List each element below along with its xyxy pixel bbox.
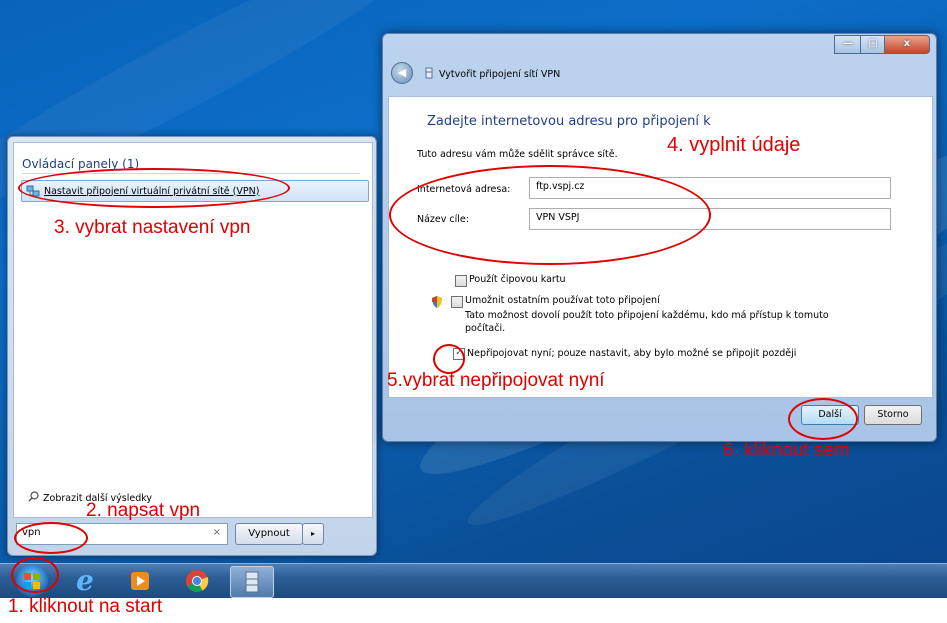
annotation-step3: 3. vybrat nastavení vpn <box>54 217 251 238</box>
annotation-ellipse-fields <box>389 165 711 265</box>
maximize-button[interactable]: □ <box>860 35 886 54</box>
taskbar: e <box>0 563 947 598</box>
cancel-button[interactable]: Storno <box>864 405 922 425</box>
annotation-step5: 5.vybrat nepřipojovat nyní <box>387 370 605 391</box>
back-arrow-icon[interactable]: ◀ <box>391 62 413 84</box>
shutdown-button[interactable]: Vypnout <box>235 523 303 545</box>
clear-search-icon[interactable]: × <box>213 527 221 538</box>
search-icon <box>28 491 39 505</box>
annotation-step4: 4. vyplnit údaje <box>667 134 801 156</box>
wizard-heading: Zadejte internetovou adresu pro připojen… <box>427 114 711 129</box>
smartcard-label: Použít čipovou kartu <box>469 274 566 285</box>
media-player-icon[interactable] <box>125 566 155 596</box>
uac-shield-icon <box>431 294 443 313</box>
allow-others-description: Tato možnost dovolí použít toto připojen… <box>465 310 829 334</box>
annotation-ellipse-next <box>788 398 858 440</box>
minimize-button[interactable]: — <box>834 35 862 54</box>
annotation-step2: 2. napsat vpn <box>86 500 201 521</box>
close-button[interactable]: x <box>884 35 930 54</box>
smartcard-checkbox[interactable] <box>455 275 467 287</box>
internet-explorer-icon[interactable]: e <box>70 566 100 596</box>
network-icon <box>425 67 433 82</box>
allow-others-label: Umožnit ostatním používat toto připojení <box>465 295 660 306</box>
file-cabinet-icon[interactable] <box>230 566 274 598</box>
shutdown-options-arrow-icon[interactable]: ▸ <box>302 523 324 545</box>
chrome-icon[interactable] <box>182 566 212 596</box>
dialog-title-label: Vytvořit připojení sítí VPN <box>439 69 561 80</box>
wizard-hint: Tuto adresu vám může sdělit správce sítě… <box>417 149 618 160</box>
annotation-ellipse-vpn-item <box>18 168 290 208</box>
annotation-step6: 6. kliknout sem <box>723 440 850 461</box>
dialog-title: Vytvořit připojení sítí VPN <box>425 67 560 82</box>
annotation-ellipse-start <box>11 557 59 593</box>
dont-connect-label: Nepřipojovat nyní; pouze nastavit, aby b… <box>467 348 797 359</box>
annotation-ellipse-search <box>14 522 88 554</box>
allow-others-checkbox[interactable] <box>451 296 463 308</box>
annotation-step1: 1. kliknout na start <box>8 596 163 617</box>
